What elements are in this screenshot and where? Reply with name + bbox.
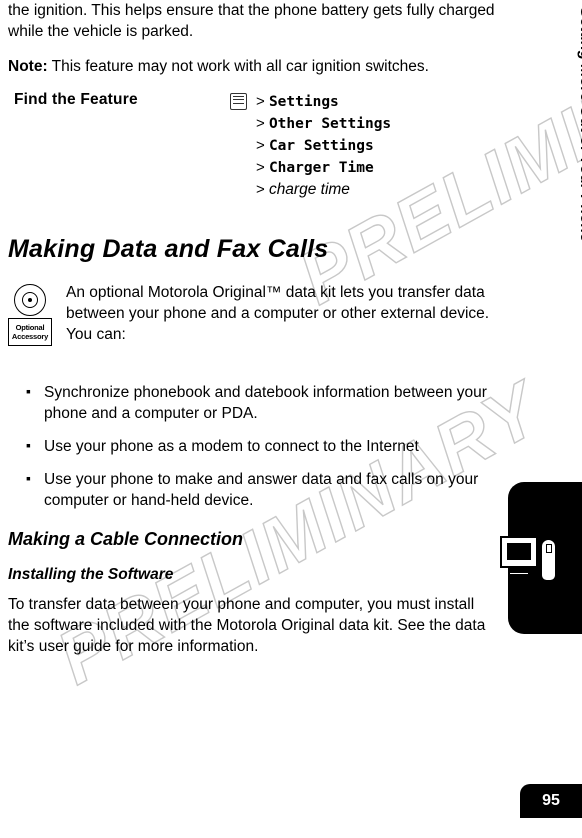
accessory-paragraph: An optional Motorola Original™ data kit … bbox=[66, 284, 490, 343]
accessory-label-line-1: Optional bbox=[15, 323, 45, 332]
page-number: 95 bbox=[520, 784, 582, 818]
optional-accessory-block: Optional Accessory An optional Motorola … bbox=[8, 282, 498, 368]
step-arrow-4: > bbox=[256, 159, 265, 176]
find-the-feature-block: Find the Feature > Settings > Other Sett… bbox=[8, 91, 498, 211]
find-the-feature-title: Find the Feature bbox=[14, 91, 138, 108]
subsection-heading: Making a Cable Connection bbox=[8, 529, 244, 549]
menu-icon bbox=[230, 93, 247, 110]
step-arrow-5: > bbox=[256, 181, 265, 198]
list-item: Use your phone as a modem to connect to … bbox=[8, 435, 498, 457]
step-arrow-2: > bbox=[256, 115, 265, 132]
step-row-3: > Car Settings bbox=[256, 135, 391, 157]
monitor-shape bbox=[500, 536, 538, 568]
step-row-2: > Other Settings bbox=[256, 113, 391, 135]
step-label-4: Charger Time bbox=[268, 160, 374, 176]
find-the-feature-steps: > Settings > Other Settings > Car Settin… bbox=[256, 91, 391, 200]
computer-phone-icon bbox=[500, 536, 564, 590]
phone-shape bbox=[540, 538, 557, 582]
list-item: Synchronize phonebook and datebook infor… bbox=[8, 381, 498, 424]
step-arrow-1: > bbox=[256, 93, 265, 110]
step-row-5: > charge time bbox=[256, 179, 391, 200]
note-paragraph: Note: This feature may not work with all… bbox=[8, 56, 498, 77]
step-label-5: charge time bbox=[268, 181, 350, 198]
subsubsection-heading: Installing the Software bbox=[8, 566, 174, 583]
step-row-4: > Charger Time bbox=[256, 157, 391, 179]
step-arrow-3: > bbox=[256, 137, 265, 154]
accessory-circle-icon bbox=[14, 284, 46, 316]
intro-paragraph: the ignition. This helps ensure that the… bbox=[8, 2, 495, 40]
list-item: Use your phone to make and answer data a… bbox=[8, 468, 498, 511]
feature-bullet-list: Synchronize phonebook and datebook infor… bbox=[8, 381, 498, 511]
cable-paragraph: To transfer data between your phone and … bbox=[8, 596, 486, 655]
optional-accessory-icon: Optional Accessory bbox=[8, 284, 52, 356]
step-row-1: > Settings bbox=[256, 91, 391, 113]
page-content: the ignition. This helps ensure that the… bbox=[8, 0, 498, 671]
running-head: Getting More Out of Your Phone bbox=[577, 6, 582, 242]
accessory-label-plate: Optional Accessory bbox=[8, 318, 52, 346]
step-label-3: Car Settings bbox=[268, 138, 374, 154]
monitor-stand bbox=[508, 571, 530, 576]
step-label-2: Other Settings bbox=[268, 116, 392, 132]
note-text: This feature may not work with all car i… bbox=[47, 58, 429, 75]
accessory-label-line-2: Accessory bbox=[11, 332, 49, 341]
step-label-1: Settings bbox=[268, 94, 339, 110]
note-label: Note: bbox=[8, 58, 48, 75]
section-heading: Making Data and Fax Calls bbox=[8, 235, 329, 263]
monitor-screen bbox=[507, 543, 531, 560]
